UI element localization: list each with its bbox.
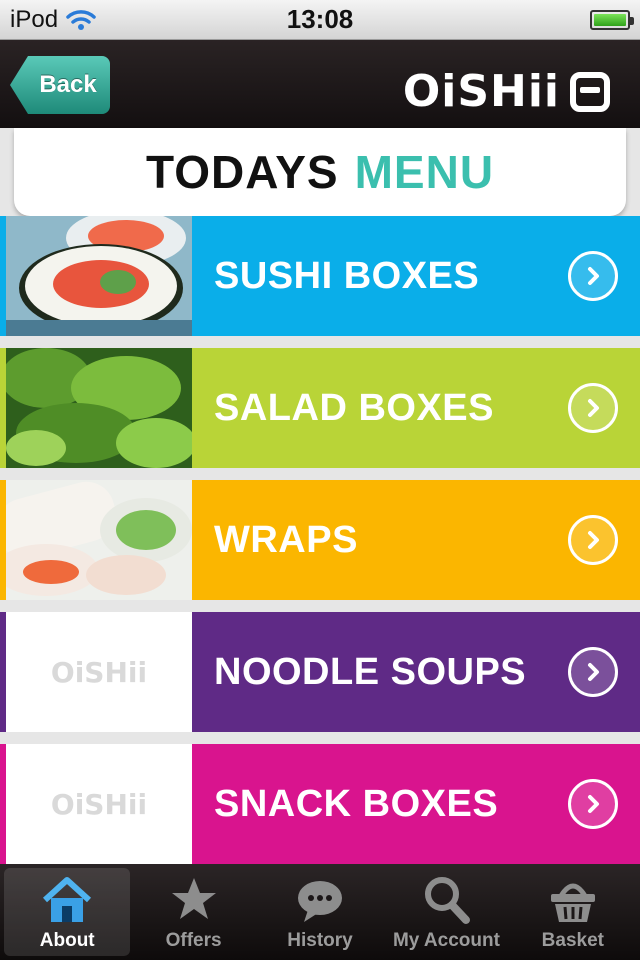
header-title-part1: TODAYS — [145, 146, 339, 198]
row-body: NOODLE SOUPS — [192, 612, 640, 732]
noodle-thumbnail: OiSHii — [0, 612, 192, 732]
chevron-right-icon[interactable] — [568, 779, 618, 829]
row-body: WRAPS — [192, 480, 640, 600]
salad-image — [6, 348, 192, 468]
tab-history[interactable]: History — [257, 868, 383, 956]
wraps-thumbnail — [0, 480, 192, 600]
sushi-image — [6, 216, 192, 336]
placeholder-logo: OiSHii — [50, 788, 148, 821]
category-row-wraps[interactable]: WRAPS — [0, 480, 640, 600]
back-button[interactable]: Back — [10, 56, 110, 114]
tab-bar: About Offers History My Account Basket — [0, 864, 640, 960]
navigation-bar: Back OiSHii — [0, 40, 640, 128]
category-row-salad-boxes[interactable]: SALAD BOXES — [0, 348, 640, 468]
basket-icon — [550, 883, 595, 922]
row-title: NOODLE SOUPS — [214, 650, 527, 693]
tab-my-account[interactable]: My Account — [383, 868, 509, 956]
row-body: SUSHI BOXES — [192, 216, 640, 336]
category-row-snack-boxes[interactable]: OiSHii SNACK BOXES — [0, 744, 640, 864]
chevron-right-icon[interactable] — [568, 515, 618, 565]
status-left: iPod — [10, 6, 96, 34]
logo-text: OiSHii — [402, 66, 560, 117]
chevron-right-icon[interactable] — [568, 383, 618, 433]
chevron-right-icon[interactable] — [568, 647, 618, 697]
tab-offers[interactable]: Offers — [130, 868, 256, 956]
sushi-thumbnail — [0, 216, 192, 336]
row-title: WRAPS — [214, 518, 358, 561]
lunchbox-icon — [570, 71, 610, 112]
search-icon — [425, 877, 471, 924]
battery-level — [594, 13, 626, 26]
snack-thumbnail: OiSHii — [0, 744, 192, 864]
menu-header: TODAYS MENU — [14, 128, 626, 216]
star-icon — [171, 878, 216, 919]
status-bar: iPod 13:08 — [0, 0, 640, 40]
category-row-sushi-boxes[interactable]: SUSHI BOXES — [0, 216, 640, 336]
row-title: SALAD BOXES — [214, 386, 494, 429]
category-row-noodle-soups[interactable]: OiSHii NOODLE SOUPS — [0, 612, 640, 732]
salad-thumbnail — [0, 348, 192, 468]
tab-basket[interactable]: Basket — [510, 868, 636, 956]
row-title: SUSHI BOXES — [214, 254, 480, 297]
tab-label: History — [287, 930, 353, 951]
battery-icon — [590, 9, 634, 30]
wraps-image — [6, 480, 192, 600]
brand-logo: OiSHii — [403, 66, 610, 117]
row-body: SNACK BOXES — [192, 744, 640, 864]
tab-label: Basket — [541, 930, 604, 951]
tab-label: About — [39, 930, 95, 951]
tab-label: Offers — [165, 930, 222, 951]
header-title-part2: MENU — [354, 146, 495, 198]
row-title: SNACK BOXES — [214, 782, 499, 825]
tab-about[interactable]: About — [4, 868, 131, 956]
home-icon — [43, 877, 92, 922]
chat-bubble-icon — [298, 881, 343, 922]
wifi-icon — [66, 9, 96, 30]
chevron-right-icon[interactable] — [568, 251, 618, 301]
row-body: SALAD BOXES — [192, 348, 640, 468]
tab-label: My Account — [392, 930, 500, 951]
carrier-label: iPod — [10, 5, 59, 33]
placeholder-logo: OiSHii — [50, 656, 148, 689]
